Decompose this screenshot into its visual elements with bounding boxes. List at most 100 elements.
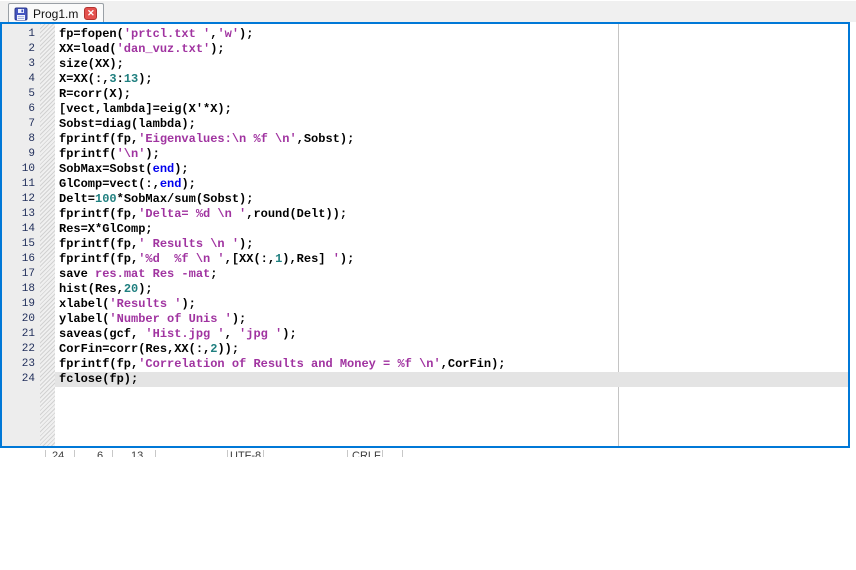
code-line[interactable]: fclose(fp); <box>55 372 848 387</box>
code-segment: Delt= <box>59 192 95 206</box>
line-number[interactable]: 6 <box>2 102 40 117</box>
code-segment: size(XX); <box>59 57 124 71</box>
code-segment: ,[XX(:, <box>225 252 275 266</box>
status-divider <box>382 450 383 457</box>
code-line[interactable]: SobMax=Sobst(end); <box>55 162 848 177</box>
code-segment: fclose(fp); <box>59 372 138 386</box>
code-line[interactable]: CorFin=corr(Res,XX(:,2)); <box>55 342 848 357</box>
code-segment: ,Sobst); <box>297 132 355 146</box>
tab-bar: Prog1.m ✕ <box>0 0 856 22</box>
code-segment: ,round(Delt)); <box>246 207 347 221</box>
code-line[interactable]: save res.mat Res -mat; <box>55 267 848 282</box>
line-number[interactable]: 16 <box>2 252 40 267</box>
code-line[interactable]: fp=fopen('prtcl.txt ','w'); <box>55 27 848 42</box>
code-segment: ,CorFin); <box>441 357 506 371</box>
code-segment: Sobst=diag(lambda); <box>59 117 196 131</box>
code-line[interactable]: R=corr(X); <box>55 87 848 102</box>
line-number[interactable]: 12 <box>2 192 40 207</box>
code-line[interactable]: fprintf(fp,'Correlation of Results and M… <box>55 357 848 372</box>
code-line[interactable]: XX=load('dan_vuz.txt'); <box>55 42 848 57</box>
code-segment: 'Results ' <box>109 297 181 311</box>
code-editor[interactable]: 123456789101112131415161718192021222324 … <box>0 22 850 448</box>
code-line[interactable]: GlComp=vect(:,end); <box>55 177 848 192</box>
line-number[interactable]: 17 <box>2 267 40 282</box>
status-panel: 6 <box>97 450 103 457</box>
line-number[interactable]: 24 <box>2 372 40 387</box>
line-number[interactable]: 9 <box>2 147 40 162</box>
code-surface[interactable]: fp=fopen('prtcl.txt ','w');XX=load('dan_… <box>55 24 848 446</box>
code-segment: 'Number of Unis ' <box>109 312 231 326</box>
code-segment: , <box>225 327 239 341</box>
code-line[interactable]: size(XX); <box>55 57 848 72</box>
code-line[interactable]: Delt=100*SobMax/sum(Sobst); <box>55 192 848 207</box>
code-segment: ' Results \n ' <box>138 237 239 251</box>
line-number[interactable]: 13 <box>2 207 40 222</box>
status-panel: 13 <box>131 450 143 457</box>
line-number[interactable]: 22 <box>2 342 40 357</box>
line-number[interactable]: 20 <box>2 312 40 327</box>
code-segment: )); <box>217 342 239 356</box>
code-line[interactable]: [vect,lambda]=eig(X'*X); <box>55 102 848 117</box>
line-number[interactable]: 2 <box>2 42 40 57</box>
code-segment: R=corr(X); <box>59 87 131 101</box>
code-segment: save <box>59 267 95 281</box>
code-segment: ); <box>340 252 354 266</box>
code-segment: ); <box>239 27 253 41</box>
code-segment: ); <box>210 42 224 56</box>
line-number[interactable]: 10 <box>2 162 40 177</box>
line-number-gutter[interactable]: 123456789101112131415161718192021222324 <box>2 24 40 446</box>
code-segment: 'jpg ' <box>239 327 282 341</box>
line-number[interactable]: 15 <box>2 237 40 252</box>
line-number[interactable]: 14 <box>2 222 40 237</box>
code-line[interactable]: X=XX(:,3:13); <box>55 72 848 87</box>
code-line[interactable]: fprintf(fp,'%d %f \n ',[XX(:,1),Res] '); <box>55 252 848 267</box>
code-segment: 3 <box>109 72 116 86</box>
code-line[interactable]: fprintf(fp,'Eigenvalues:\n %f \n',Sobst)… <box>55 132 848 147</box>
code-segment: ); <box>138 72 152 86</box>
code-segment: fprintf(fp, <box>59 357 138 371</box>
code-line[interactable]: Res=X*GlComp; <box>55 222 848 237</box>
code-line[interactable]: Sobst=diag(lambda); <box>55 117 848 132</box>
line-number[interactable]: 8 <box>2 132 40 147</box>
code-segment: '\n' <box>117 147 146 161</box>
code-segment: 'Correlation of Results and Money = %f \… <box>138 357 440 371</box>
code-segment: end <box>153 162 175 176</box>
code-segment: 100 <box>95 192 117 206</box>
code-segment: fprintf( <box>59 147 117 161</box>
code-segment: Res=X*GlComp; <box>59 222 153 236</box>
code-segment: ); <box>181 297 195 311</box>
line-number[interactable]: 4 <box>2 72 40 87</box>
status-panel: 24 <box>52 450 64 457</box>
code-line[interactable]: fprintf(fp,'Delta= %d \n ',round(Delt)); <box>55 207 848 222</box>
fold-margin <box>40 24 55 446</box>
line-number[interactable]: 18 <box>2 282 40 297</box>
code-segment: ); <box>282 327 296 341</box>
line-number[interactable]: 19 <box>2 297 40 312</box>
code-segment: ); <box>239 237 253 251</box>
line-number[interactable]: 21 <box>2 327 40 342</box>
code-line[interactable]: xlabel('Results '); <box>55 297 848 312</box>
line-number[interactable]: 1 <box>2 27 40 42</box>
code-segment: fprintf(fp, <box>59 132 138 146</box>
tab-close-icon[interactable]: ✕ <box>84 7 97 20</box>
code-segment: ); <box>181 177 195 191</box>
code-segment: ); <box>174 162 188 176</box>
app-window: Prog1.m ✕ 123456789101112131415161718192… <box>0 0 856 570</box>
code-segment: 'w' <box>217 27 239 41</box>
code-line[interactable]: ylabel('Number of Unis '); <box>55 312 848 327</box>
code-line[interactable]: saveas(gcf, 'Hist.jpg ', 'jpg '); <box>55 327 848 342</box>
code-segment: fprintf(fp, <box>59 252 138 266</box>
code-line[interactable]: hist(Res,20); <box>55 282 848 297</box>
code-segment: saveas(gcf, <box>59 327 145 341</box>
line-number[interactable]: 3 <box>2 57 40 72</box>
code-segment: ; <box>210 267 217 281</box>
line-number[interactable]: 11 <box>2 177 40 192</box>
line-number[interactable]: 7 <box>2 117 40 132</box>
code-segment: *SobMax/sum(Sobst); <box>117 192 254 206</box>
line-number[interactable]: 5 <box>2 87 40 102</box>
code-line[interactable]: fprintf('\n'); <box>55 147 848 162</box>
tab-prog1m[interactable]: Prog1.m ✕ <box>8 3 104 23</box>
code-line[interactable]: fprintf(fp,' Results \n '); <box>55 237 848 252</box>
line-number[interactable]: 23 <box>2 357 40 372</box>
status-divider <box>155 450 156 457</box>
